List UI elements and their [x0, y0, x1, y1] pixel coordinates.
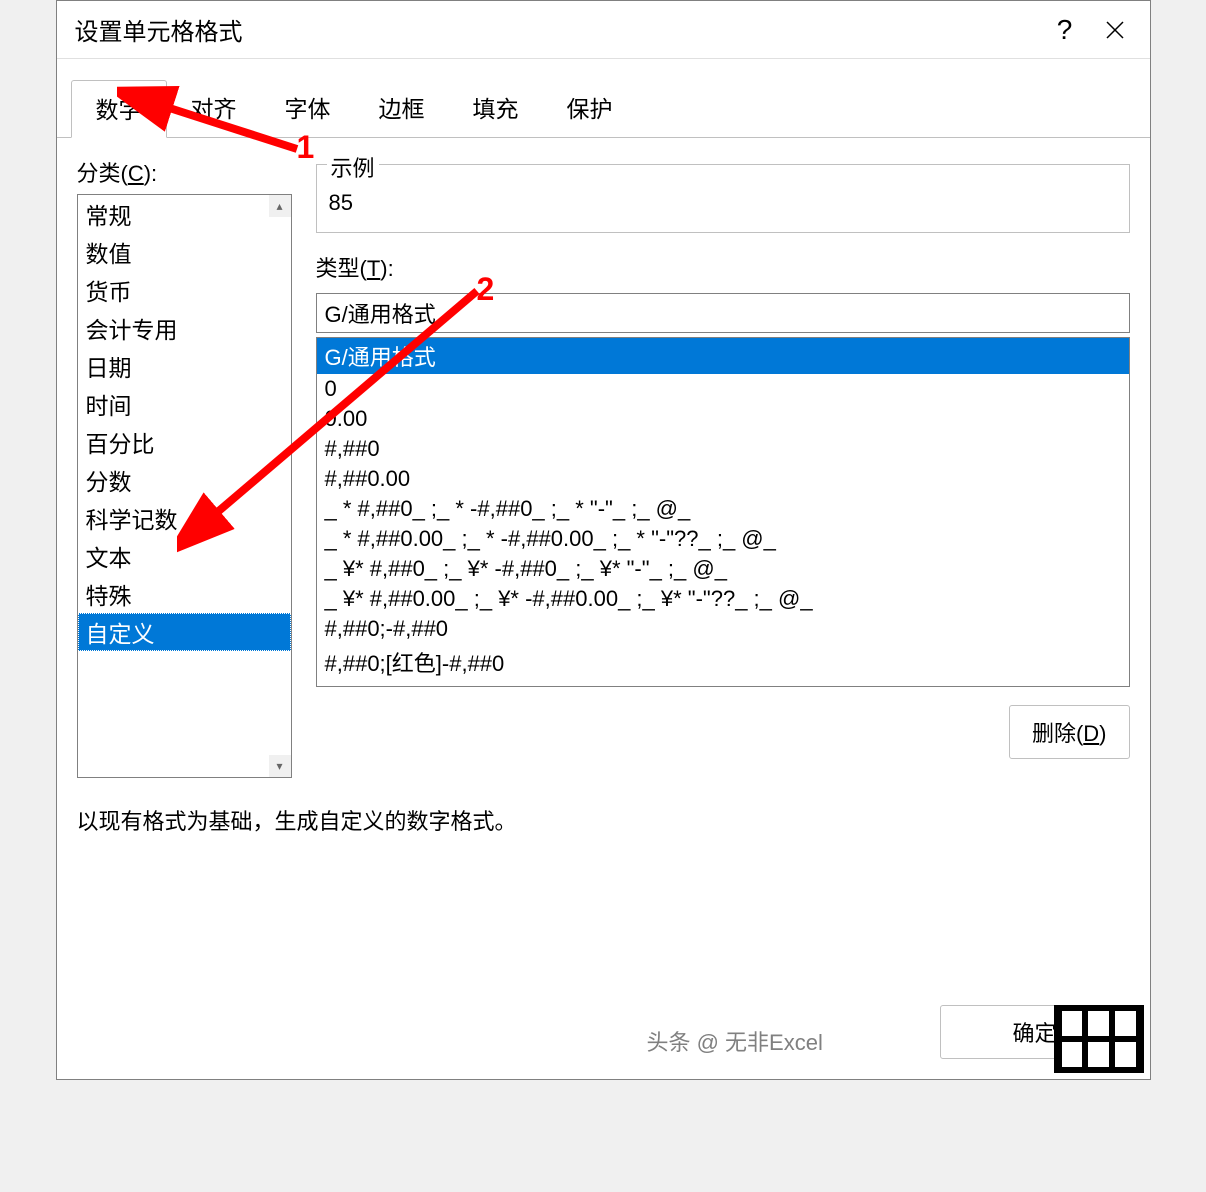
dialog-body: 分类(C): 常规 数值 货币 会计专用 日期 时间 百分比 分数 科学记数 文… [57, 138, 1150, 790]
type-item[interactable]: _ ¥* #,##0.00_ ;_ ¥* -#,##0.00_ ;_ ¥* "-… [317, 584, 1129, 614]
watermark-text: 头条 @ 无非Excel [647, 1025, 823, 1057]
dialog-title: 设置单元格格式 [75, 12, 1040, 47]
type-item[interactable]: 0.00 [317, 404, 1129, 434]
delete-button[interactable]: 删除(D) [1009, 705, 1130, 759]
category-label: 分类(C): [77, 156, 292, 188]
type-item[interactable]: #,##0;-#,##0 [317, 614, 1129, 644]
annotation-1-label: 1 [297, 129, 315, 166]
help-icon[interactable]: ? [1040, 5, 1090, 55]
type-item[interactable]: 0 [317, 374, 1129, 404]
category-item[interactable]: 科学记数 [78, 499, 291, 537]
category-item[interactable]: 百分比 [78, 423, 291, 461]
delete-row: 删除(D) [316, 705, 1130, 759]
tab-fill[interactable]: 填充 [449, 80, 543, 138]
type-item[interactable]: G/通用格式 [317, 338, 1129, 374]
category-item[interactable]: 货币 [78, 271, 291, 309]
category-item[interactable]: 日期 [78, 347, 291, 385]
sample-label: 示例 [327, 151, 379, 183]
ok-button[interactable]: 确定 [940, 1005, 1130, 1059]
type-item[interactable]: #,##0.00 [317, 464, 1129, 494]
category-item[interactable]: 数值 [78, 233, 291, 271]
hint-text: 以现有格式为基础，生成自定义的数字格式。 [57, 790, 1150, 850]
tab-bar: 数字 对齐 字体 边框 填充 保护 [57, 79, 1150, 138]
sample-value: 85 [329, 190, 1117, 216]
detail-column: 示例 85 类型(T): G/通用格式 0 0.00 #,##0 #,##0.0… [316, 156, 1130, 778]
tab-border[interactable]: 边框 [355, 80, 449, 138]
category-item[interactable]: 分数 [78, 461, 291, 499]
type-item[interactable]: _ * #,##0_ ;_ * -#,##0_ ;_ * "-"_ ;_ @_ [317, 494, 1129, 524]
category-item[interactable]: 特殊 [78, 575, 291, 613]
type-item[interactable]: _ * #,##0.00_ ;_ * -#,##0.00_ ;_ * "-"??… [317, 524, 1129, 554]
category-item[interactable]: 时间 [78, 385, 291, 423]
category-item[interactable]: 常规 [78, 195, 291, 233]
type-list[interactable]: G/通用格式 0 0.00 #,##0 #,##0.00 _ * #,##0_ … [316, 337, 1130, 687]
category-column: 分类(C): 常规 数值 货币 会计专用 日期 时间 百分比 分数 科学记数 文… [77, 156, 292, 778]
category-list[interactable]: 常规 数值 货币 会计专用 日期 时间 百分比 分数 科学记数 文本 特殊 自定… [77, 194, 292, 778]
scroll-down-icon[interactable]: ▾ [269, 755, 291, 777]
category-item[interactable]: 文本 [78, 537, 291, 575]
type-item[interactable]: _ ¥* #,##0_ ;_ ¥* -#,##0_ ;_ ¥* "-"_ ;_ … [317, 554, 1129, 584]
format-cells-dialog: 设置单元格格式 ? 数字 对齐 字体 边框 填充 保护 分类(C): 常规 数值… [56, 0, 1151, 1080]
dialog-footer: 确定 [940, 1005, 1130, 1059]
tab-alignment[interactable]: 对齐 [167, 80, 261, 138]
annotation-2-label: 2 [477, 271, 495, 308]
tab-protection[interactable]: 保护 [543, 80, 637, 138]
type-input[interactable] [316, 293, 1130, 333]
title-bar: 设置单元格格式 ? [57, 1, 1150, 59]
scroll-up-icon[interactable]: ▴ [269, 195, 291, 217]
close-icon[interactable] [1090, 5, 1140, 55]
category-item[interactable]: 会计专用 [78, 309, 291, 347]
type-item[interactable]: #,##0;[红色]-#,##0 [317, 644, 1129, 680]
sample-box: 示例 85 [316, 164, 1130, 233]
type-label: 类型(T): [316, 251, 1130, 283]
category-item-custom[interactable]: 自定义 [78, 613, 291, 651]
type-item[interactable]: #,##0 [317, 434, 1129, 464]
tab-number[interactable]: 数字 [71, 80, 167, 138]
